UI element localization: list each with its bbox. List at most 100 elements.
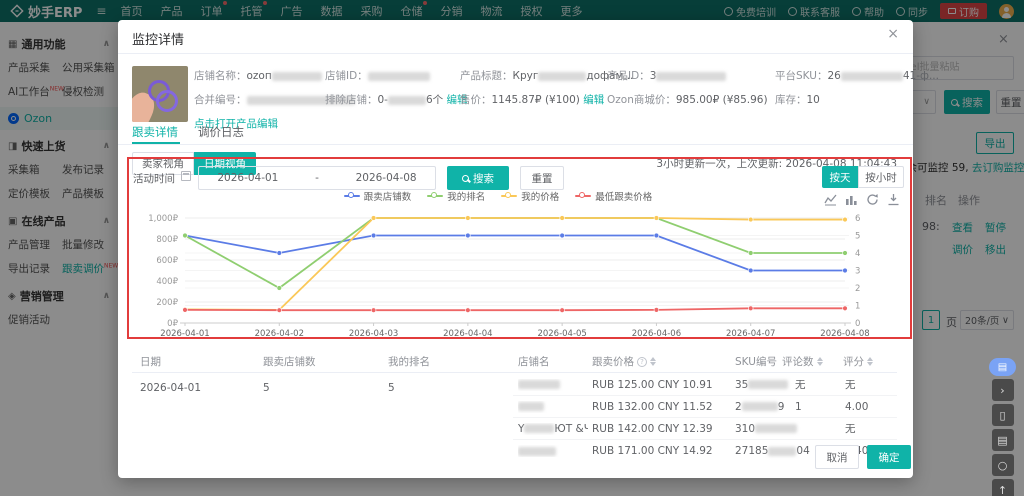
modal-search-button[interactable]: 搜索	[447, 166, 509, 190]
store-rating: 无	[845, 421, 856, 436]
cell-my-rank: 5	[388, 382, 395, 394]
svg-text:4: 4	[855, 249, 860, 259]
col-my-rank: 我的排名	[388, 354, 430, 369]
svg-text:2026-04-02: 2026-04-02	[255, 329, 304, 339]
chart-canvas: 01234560₽200₽400₽600₽800₽1,000₽2026-04-0…	[140, 208, 870, 340]
store-sku: 35	[735, 379, 788, 391]
svg-text:2026-04-06: 2026-04-06	[632, 329, 681, 339]
tab-reprice-log[interactable]: 调价日志	[198, 124, 244, 140]
svg-text:600₽: 600₽	[156, 256, 178, 266]
download-icon[interactable]	[887, 193, 900, 206]
back-to-top-button[interactable]: ↑	[992, 479, 1014, 496]
line-chart-icon[interactable]	[824, 193, 837, 206]
store-name: YЮТ &Чq...	[518, 423, 588, 435]
legend-item-my-price[interactable]: 我的价格	[501, 189, 559, 203]
svg-text:800₽: 800₽	[156, 235, 178, 245]
feedback-button[interactable]: ○	[992, 454, 1014, 476]
line-chart: 01234560₽200₽400₽600₽800₽1,000₽2026-04-0…	[140, 208, 870, 343]
date-start: 2026-04-01	[217, 172, 278, 184]
svg-text:2026-04-07: 2026-04-07	[726, 329, 775, 339]
mobile-app-button[interactable]: ▯	[992, 404, 1014, 426]
svg-text:5: 5	[855, 232, 860, 242]
store-sku: 310	[735, 423, 797, 435]
col-date: 日期	[140, 354, 161, 369]
svg-text:2026-04-04: 2026-04-04	[443, 329, 492, 339]
modal-title: 监控详情	[132, 29, 184, 48]
refresh-icon[interactable]	[866, 193, 879, 206]
svg-text:400₽: 400₽	[156, 277, 178, 287]
widget-pill-button[interactable]: ▤	[989, 358, 1016, 376]
product-id-field: 产品ID：3	[607, 68, 726, 83]
table-row[interactable]: RUB 125.00 CNY 10.91 35 无 无	[513, 374, 897, 396]
sale-price-field: 售价：1145.87₽ (¥100) 编辑	[460, 92, 604, 107]
store-name	[518, 379, 588, 391]
store-price: RUB 171.00 CNY 14.92	[592, 445, 713, 457]
store-sku: 2718504	[735, 445, 810, 457]
stock-field: 库存：10	[775, 92, 820, 107]
by-day-button[interactable]: 按天	[822, 166, 858, 188]
exclude-shop-field: 排除店铺：0-6个 编辑	[325, 92, 468, 107]
store-price: RUB 142.00 CNY 12.39	[592, 423, 713, 435]
bar-chart-icon[interactable]	[845, 193, 858, 206]
store-rating: 无	[845, 377, 856, 392]
tab-follow-sell-detail[interactable]: 跟卖详情	[132, 124, 178, 140]
by-hour-button[interactable]: 按小时	[858, 166, 904, 188]
price-edit-link[interactable]: 编辑	[583, 94, 604, 106]
cell-shop-count: 5	[263, 382, 270, 394]
date-end: 2026-04-08	[356, 172, 417, 184]
svg-text:0₽: 0₽	[167, 319, 178, 329]
sort-icon[interactable]	[867, 357, 873, 366]
col-rating: 评分	[843, 354, 873, 369]
monitor-detail-modal: 监控详情 × 店铺名称：ozoп 合并编号： 点击打开产品编辑 店铺ID： 排除…	[118, 20, 913, 478]
svg-text:2: 2	[855, 284, 860, 294]
svg-text:2026-04-05: 2026-04-05	[537, 329, 586, 339]
search-icon	[462, 175, 469, 182]
sort-icon[interactable]	[817, 357, 823, 366]
store-name	[518, 401, 588, 413]
cancel-button[interactable]: 取消	[815, 445, 859, 469]
legend-item-lowest-price[interactable]: 最低跟卖价格	[575, 189, 652, 203]
app-root: 妙手ERP ≡ 首页 产品 订单 托管 广告 数据 采购 仓储 分销 物流 授权…	[0, 0, 1024, 496]
calendar-button[interactable]: ▤	[992, 429, 1014, 451]
legend-marker	[575, 192, 591, 200]
divider	[118, 53, 913, 54]
chart-toolbar	[824, 193, 900, 206]
table-row[interactable]: YЮТ &Чq... RUB 142.00 CNY 12.39 310 无	[513, 418, 897, 440]
svg-text:0: 0	[855, 319, 860, 329]
store-price: RUB 125.00 CNY 10.91	[592, 379, 713, 391]
date-range-input[interactable]: 2026-04-01 - 2026-04-08	[198, 166, 436, 190]
svg-text:2026-04-01: 2026-04-01	[160, 329, 209, 339]
svg-text:1: 1	[855, 302, 860, 312]
shop-name-field: 店铺名称：ozoп	[194, 68, 322, 83]
col-shop-count: 跟卖店铺数	[263, 354, 316, 369]
store-name	[518, 445, 588, 457]
modal-reset-button[interactable]: 重置	[520, 166, 564, 190]
divider	[118, 144, 913, 145]
product-image[interactable]	[132, 66, 188, 122]
store-reviews: 1	[795, 401, 802, 413]
svg-text:1,000₽: 1,000₽	[148, 214, 178, 224]
chart-legend: 跟卖店铺数 我的排名 我的价格 最低跟卖价格	[178, 189, 818, 203]
store-sku: 29	[735, 401, 784, 413]
table-row[interactable]: RUB 132.00 CNY 11.52 29 1 4.00	[513, 396, 897, 418]
col-reviews: 评论数	[782, 354, 823, 369]
store-reviews: 无	[795, 377, 806, 392]
legend-marker	[501, 192, 517, 200]
activity-time-label: 活动时间	[133, 171, 175, 186]
legend-marker	[344, 192, 360, 200]
divider	[132, 372, 897, 373]
legend-item-my-rank[interactable]: 我的排名	[427, 189, 485, 203]
info-icon[interactable]: ?	[637, 357, 647, 367]
svg-text:2026-04-03: 2026-04-03	[349, 329, 398, 339]
confirm-button[interactable]: 确定	[867, 445, 911, 469]
col-shop-name: 店铺名	[518, 354, 550, 369]
svg-text:2026-04-08: 2026-04-08	[820, 329, 869, 339]
ozon-price-field: Ozon商城价：985.00₽ (¥85.96)	[607, 92, 768, 107]
collapse-panel-button[interactable]: ›	[992, 379, 1014, 401]
modal-close-icon[interactable]: ×	[887, 26, 899, 42]
legend-item-shop-count[interactable]: 跟卖店铺数	[344, 189, 412, 203]
legend-marker	[427, 192, 443, 200]
store-price: RUB 132.00 CNY 11.52	[592, 401, 713, 413]
col-follow-price: 跟卖价格?	[592, 354, 656, 369]
sort-icon[interactable]	[650, 357, 656, 366]
